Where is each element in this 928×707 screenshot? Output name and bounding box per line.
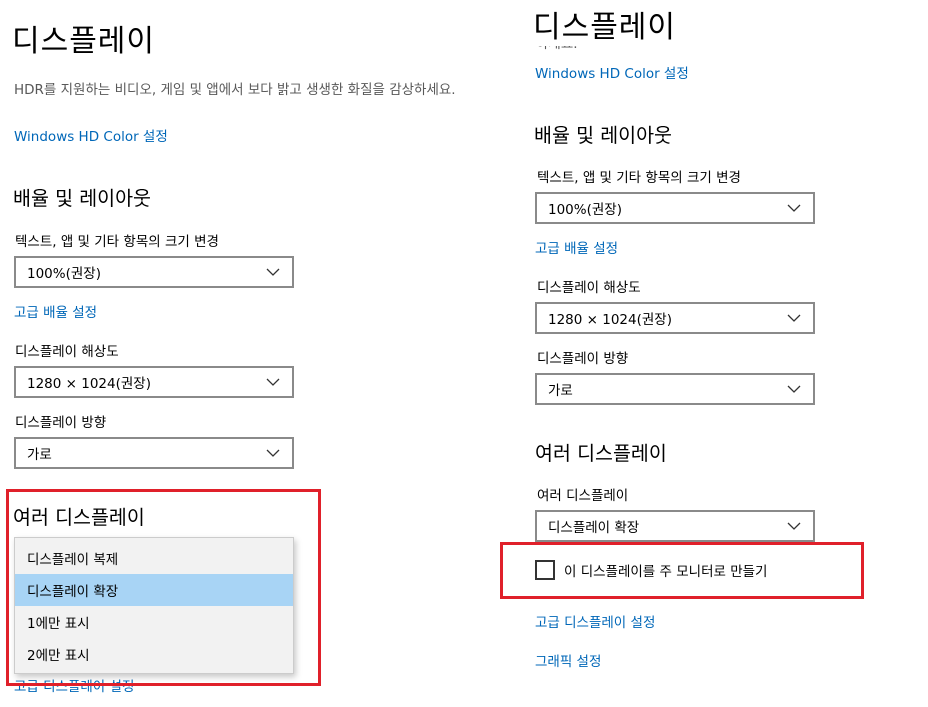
chevron-down-icon [254,449,292,457]
chevron-down-icon [775,522,813,530]
orientation-dropdown[interactable]: 가로 [14,437,294,469]
resolution-dropdown[interactable]: 1280 × 1024(권장) [14,366,294,398]
orientation-value: 가로 [548,383,573,399]
chevron-down-icon [254,378,292,386]
orientation-value: 가로 [27,447,52,463]
windows-hd-color-link[interactable]: Windows HD Color 설정 [14,125,168,145]
chevron-down-icon [775,204,813,212]
chevron-down-icon [775,314,813,322]
highlight-box [500,542,864,599]
advanced-scale-link[interactable]: 고급 배율 설정 [14,301,97,321]
text-size-label: 텍스트, 앱 및 기타 항목의 크기 변경 [15,234,219,250]
text-size-dropdown[interactable]: 100%(권장) [535,192,815,224]
multi-display-label: 여러 디스플레이 [537,488,629,504]
page-title: 디스플레이 [533,2,682,46]
text-size-value: 100%(권장) [548,202,622,218]
resolution-value: 1280 × 1024(권장) [548,312,672,328]
text-size-value: 100%(권장) [27,266,101,282]
graphics-settings-link[interactable]: 그래픽 설정 [535,650,601,670]
resolution-label: 디스플레이 해상도 [537,280,641,296]
orientation-label: 디스플레이 방향 [15,415,107,431]
multi-display-dropdown[interactable]: 디스플레이 확장 [535,510,815,542]
right-header-clip: 하세요. 디스플레이 [500,0,928,58]
resolution-dropdown[interactable]: 1280 × 1024(권장) [535,302,815,334]
scale-layout-heading: 배율 및 레이아웃 [13,187,151,210]
highlight-box [6,489,321,686]
hdr-description: HDR를 지원하는 비디오, 게임 및 앱에서 보다 밝고 생생한 화질을 감상… [14,82,456,98]
text-size-label: 텍스트, 앱 및 기타 항목의 크기 변경 [537,170,741,186]
advanced-display-link[interactable]: 고급 디스플레이 설정 [535,611,655,631]
chevron-down-icon [254,268,292,276]
multi-display-value: 디스플레이 확장 [548,520,640,536]
scale-layout-heading: 배율 및 레이아웃 [534,124,672,147]
multi-display-heading: 여러 디스플레이 [535,442,667,465]
resolution-value: 1280 × 1024(권장) [27,376,151,392]
page-title: 디스플레이 [12,24,155,59]
text-size-dropdown[interactable]: 100%(권장) [14,256,294,288]
chevron-down-icon [775,385,813,393]
windows-hd-color-link[interactable]: Windows HD Color 설정 [535,62,689,82]
orientation-label: 디스플레이 방향 [537,351,629,367]
resolution-label: 디스플레이 해상도 [15,344,119,360]
orientation-dropdown[interactable]: 가로 [535,373,815,405]
advanced-scale-link[interactable]: 고급 배율 설정 [535,237,618,257]
